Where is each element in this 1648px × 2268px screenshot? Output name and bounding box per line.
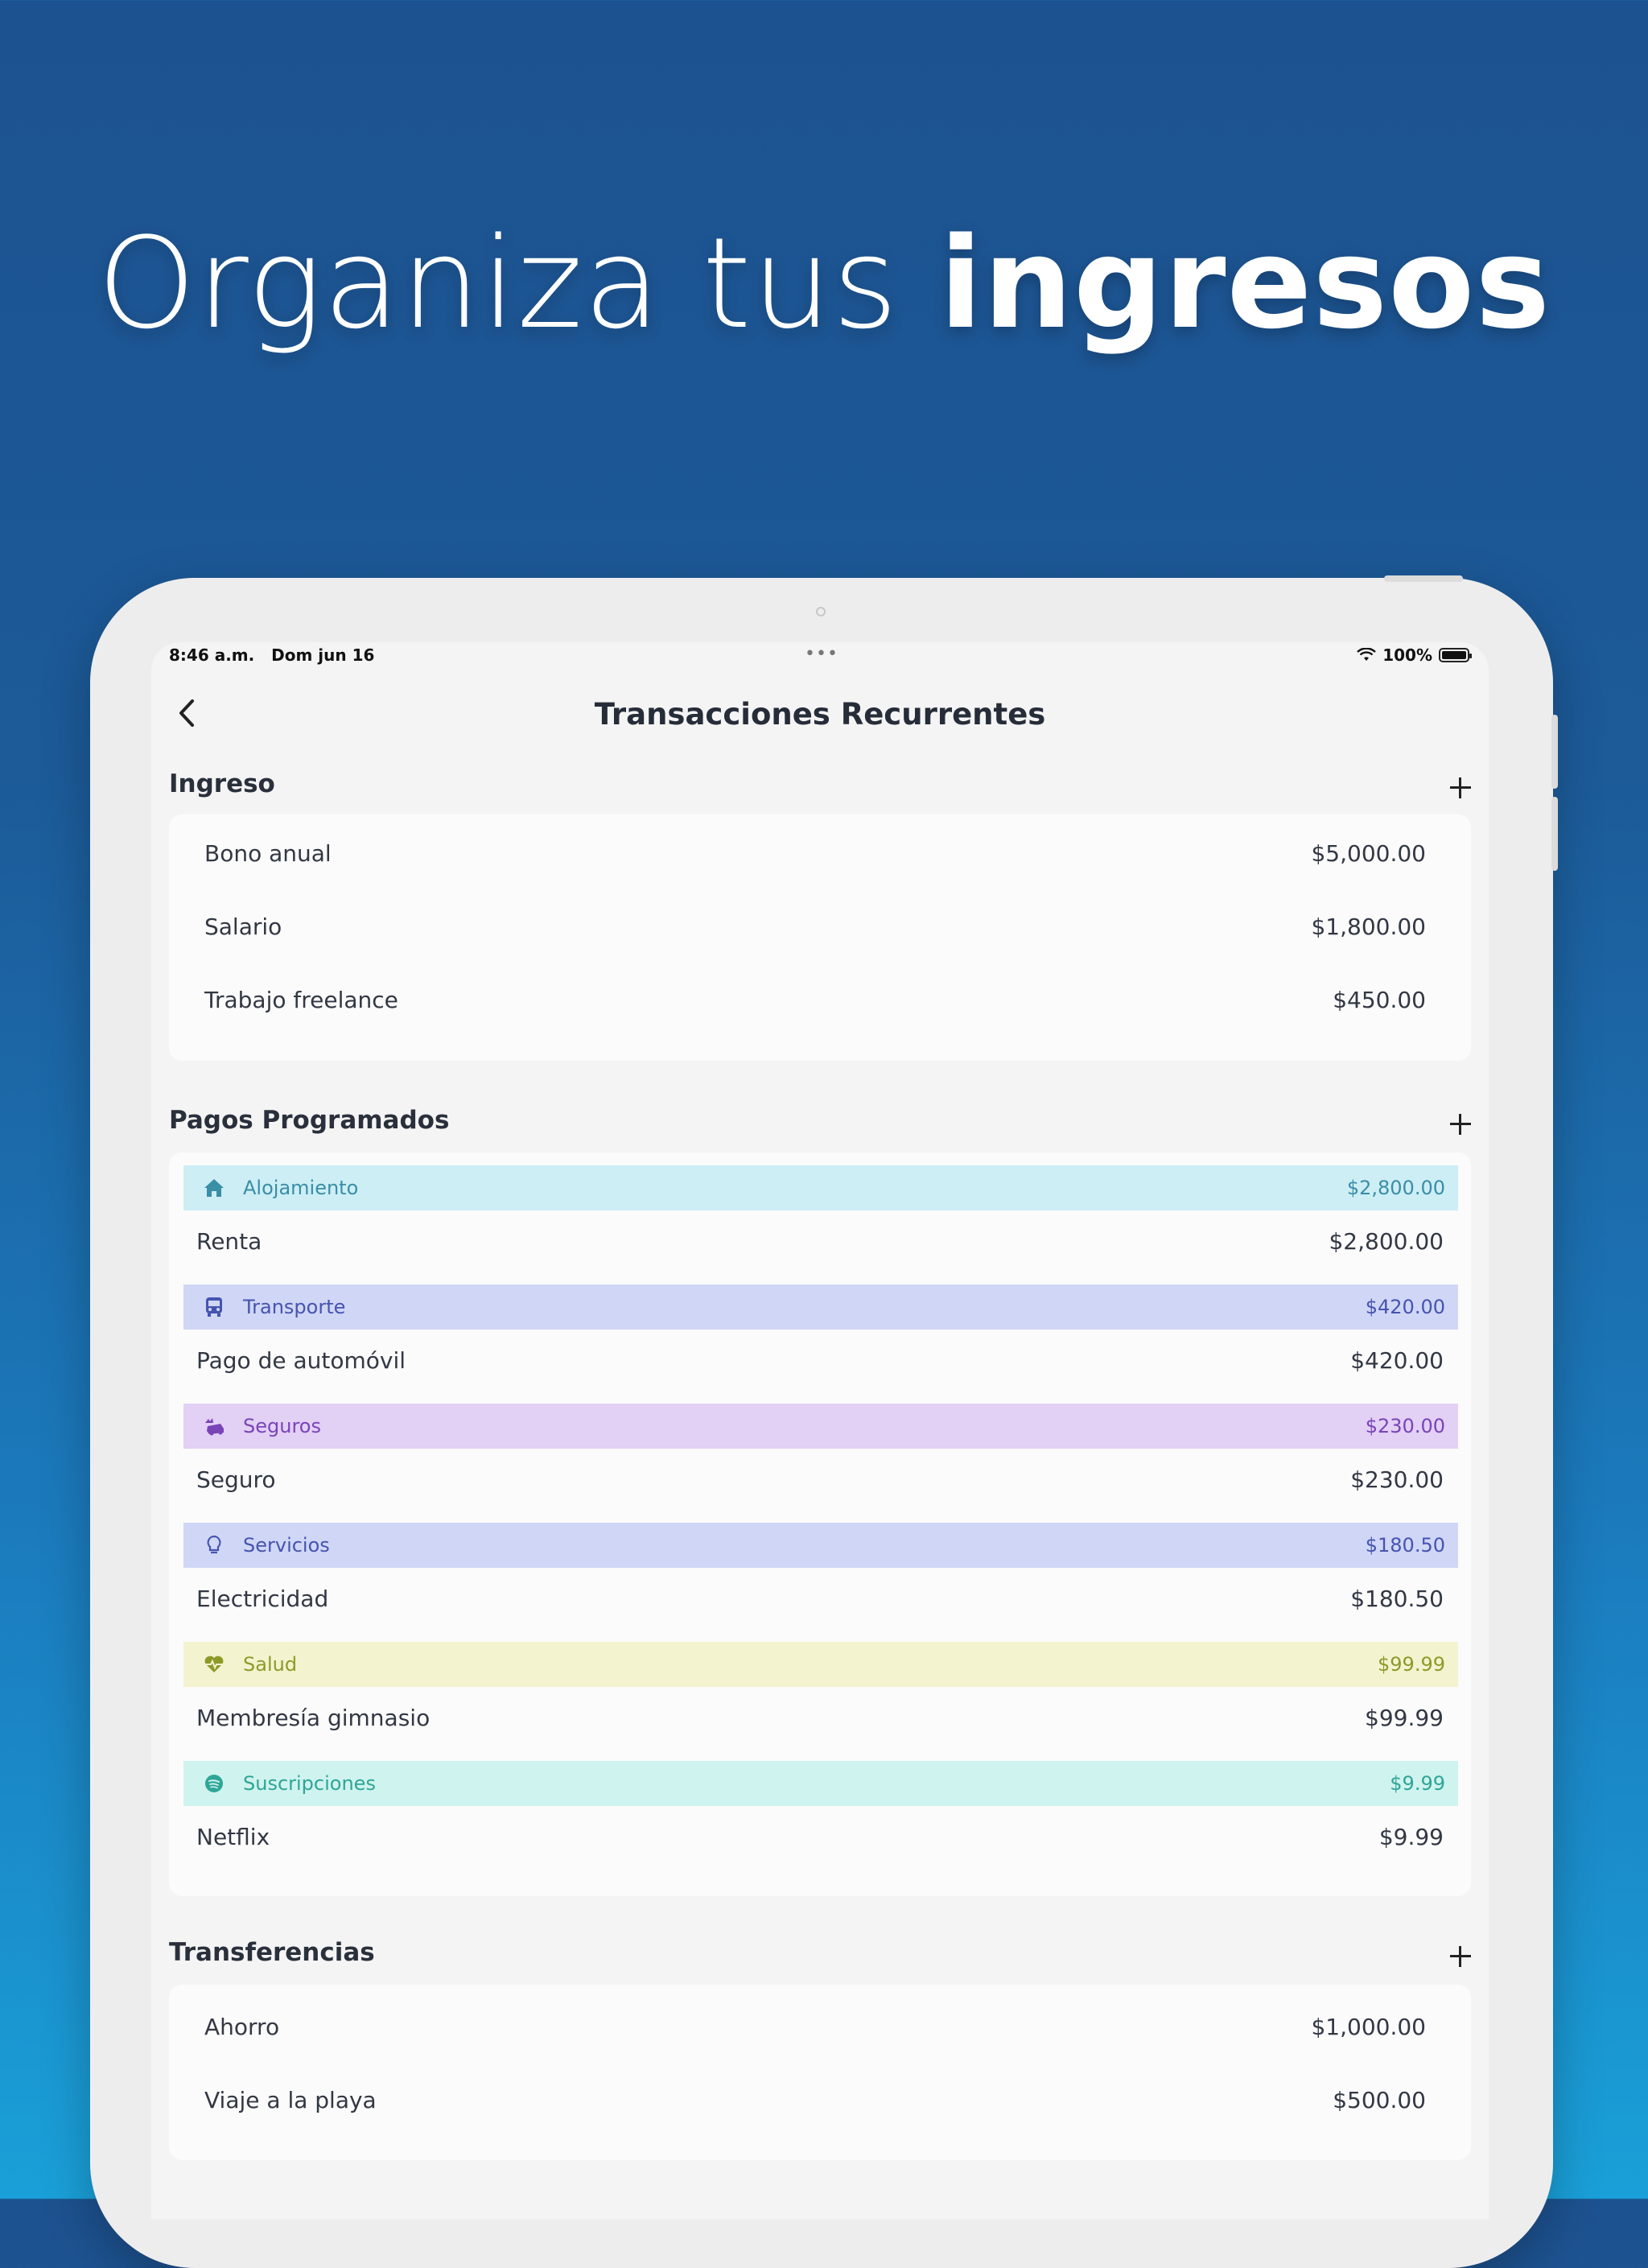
heart-pulse-icon: [203, 1653, 225, 1676]
battery-percent: 100%: [1382, 645, 1432, 665]
status-bar: 8:46 a.m. Dom jun 16 ••• 100%: [151, 642, 1489, 671]
transfers-card: Ahorro $1,000.00 Viaje a la playa $500.00: [169, 1985, 1471, 2160]
status-time: 8:46 a.m. Dom jun 16: [169, 645, 375, 665]
income-row[interactable]: Trabajo freelance $450.00: [169, 975, 1471, 1024]
headline-light: Organiza tus: [97, 210, 940, 357]
category-header-transporte[interactable]: Transporte $420.00: [183, 1285, 1458, 1330]
category-header-suscripciones[interactable]: Suscripciones $9.99: [183, 1761, 1458, 1806]
lightbulb-icon: [203, 1534, 225, 1557]
ipad-volume-down-button: [1551, 797, 1558, 871]
page-title: Transacciones Recurrentes: [594, 697, 1046, 732]
multitasking-dots-icon[interactable]: •••: [805, 644, 838, 664]
payments-card: Alojamiento $2,800.00 Renta $2,800.00 Tran…: [169, 1153, 1471, 1896]
transfer-row[interactable]: Viaje a la playa $500.00: [169, 2076, 1471, 2124]
income-section-title: Ingreso: [169, 769, 275, 798]
wifi-icon: [1357, 648, 1377, 661]
payment-row[interactable]: Electricidad $180.50: [169, 1574, 1471, 1623]
payment-row[interactable]: Membresía gimnasio $99.99: [169, 1693, 1471, 1742]
payments-section-title: Pagos Programados: [169, 1106, 450, 1135]
transfers-section-title: Transferencias: [169, 1938, 375, 1967]
camera-icon: [816, 607, 826, 616]
bus-icon: [203, 1296, 225, 1318]
spotify-icon: [203, 1772, 225, 1795]
add-income-button[interactable]: [1448, 776, 1473, 800]
battery-icon: [1439, 648, 1472, 662]
income-row[interactable]: Salario $1,800.00: [169, 902, 1471, 950]
category-header-salud[interactable]: Salud $99.99: [183, 1642, 1458, 1687]
add-payment-button[interactable]: [1448, 1112, 1473, 1136]
transfer-row[interactable]: Ahorro $1,000.00: [169, 2002, 1471, 2051]
category-header-alojamiento[interactable]: Alojamiento $2,800.00: [183, 1165, 1458, 1210]
headline-bold: ingresos: [939, 210, 1551, 357]
headline: Organiza tus ingresos: [0, 211, 1648, 356]
payment-row[interactable]: Netflix $9.99: [169, 1812, 1471, 1861]
category-header-seguros[interactable]: Seguros $230.00: [183, 1404, 1458, 1449]
navigation-bar: Transacciones Recurrentes: [151, 682, 1489, 747]
payment-row[interactable]: Pago de automóvil $420.00: [169, 1336, 1471, 1384]
app-screen: 8:46 a.m. Dom jun 16 ••• 100% Transaccio…: [151, 642, 1489, 2220]
house-icon: [203, 1177, 225, 1199]
category-header-servicios[interactable]: Servicios $180.50: [183, 1523, 1458, 1568]
ipad-volume-up-button: [1551, 715, 1558, 789]
income-row[interactable]: Bono anual $5,000.00: [169, 829, 1471, 877]
payment-row[interactable]: Seguro $230.00: [169, 1455, 1471, 1503]
ipad-top-button: [1384, 575, 1463, 582]
add-transfer-button[interactable]: [1448, 1944, 1473, 1969]
car-crash-icon: [203, 1415, 225, 1437]
payment-row[interactable]: Renta $2,800.00: [169, 1217, 1471, 1265]
income-card: Bono anual $5,000.00 Salario $1,800.00 Tra…: [169, 814, 1471, 1061]
